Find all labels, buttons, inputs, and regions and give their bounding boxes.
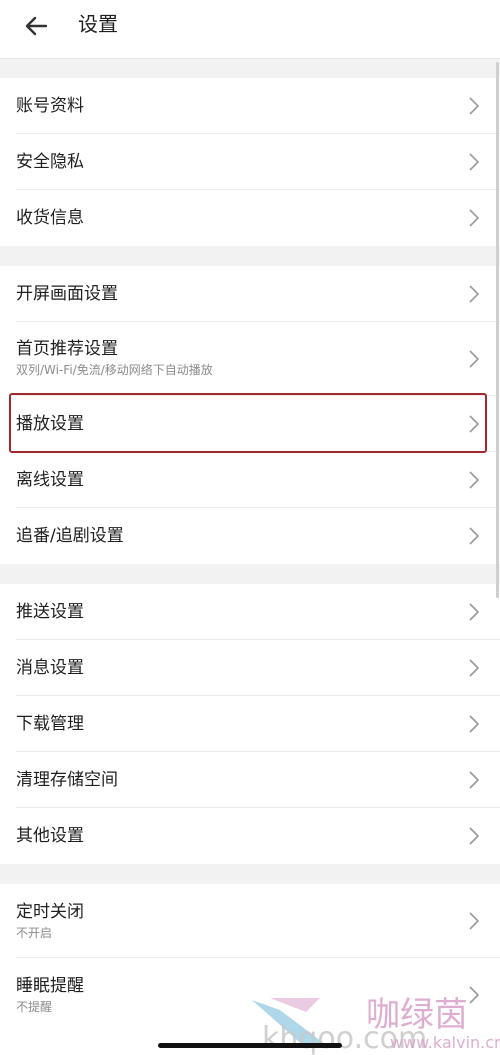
settings-item-label: 开屏画面设置 [16,284,118,304]
chevron-right-icon [469,715,479,733]
settings-item-splash-screen[interactable]: 开屏画面设置 [0,266,500,322]
chevron-right-icon [469,415,479,433]
chevron-right-icon [469,209,479,227]
page-title: 设置 [78,12,118,36]
settings-item-sleep-timer[interactable]: 定时关闭 不开启 [0,884,500,958]
settings-item-other[interactable]: 其他设置 [0,808,500,864]
chevron-right-icon [469,659,479,677]
settings-item-account-profile[interactable]: 账号资料 [0,78,500,134]
settings-item-label: 下载管理 [16,714,84,734]
chevron-right-icon [469,97,479,115]
settings-item-label: 其他设置 [16,826,84,846]
settings-group-display: 开屏画面设置 首页推荐设置 双列/Wi-Fi/免流/移动网络下自动播放 播放设置… [0,266,500,564]
arrow-left-icon [25,16,48,36]
chevron-right-icon [469,527,479,545]
settings-item-label: 播放设置 [16,414,84,434]
chevron-right-icon [469,285,479,303]
settings-item-label: 安全隐私 [16,152,84,172]
settings-item-sleep-reminder[interactable]: 睡眠提醒 不提醒 [0,958,500,1032]
chevron-right-icon [469,603,479,621]
chevron-right-icon [469,471,479,489]
settings-item-downloads[interactable]: 下载管理 [0,696,500,752]
settings-item-security-privacy[interactable]: 安全隐私 [0,134,500,190]
settings-item-label: 首页推荐设置 [16,339,118,359]
settings-item-messages[interactable]: 消息设置 [0,640,500,696]
settings-item-description: 双列/Wi-Fi/免流/移动网络下自动播放 [16,363,213,377]
settings-item-playback[interactable]: 播放设置 [0,396,500,452]
home-indicator[interactable] [158,1043,342,1048]
chevron-right-icon [469,350,479,368]
settings-item-label: 清理存储空间 [16,770,118,790]
chevron-right-icon [469,986,479,1004]
settings-item-label: 追番/追剧设置 [16,526,124,546]
settings-item-push[interactable]: 推送设置 [0,584,500,640]
settings-item-shipping-info[interactable]: 收货信息 [0,190,500,246]
settings-item-label: 账号资料 [16,96,84,116]
chevron-right-icon [469,827,479,845]
settings-item-description: 不开启 [16,926,53,940]
settings-item-description: 不提醒 [16,1000,53,1014]
settings-item-follow-series[interactable]: 追番/追剧设置 [0,508,500,564]
settings-item-label: 睡眠提醒 [16,976,84,996]
chevron-right-icon [469,771,479,789]
settings-group-account: 账号资料 安全隐私 收货信息 [0,78,500,246]
settings-item-label: 离线设置 [16,470,84,490]
scrollbar[interactable] [496,62,499,598]
chevron-right-icon [469,912,479,930]
chevron-right-icon [469,153,479,171]
settings-group-timer: 定时关闭 不开启 睡眠提醒 不提醒 [0,884,500,1055]
back-button[interactable] [20,9,54,43]
settings-group-system: 推送设置 消息设置 下载管理 清理存储空间 其他设置 [0,584,500,864]
settings-item-label: 推送设置 [16,602,84,622]
settings-item-clear-storage[interactable]: 清理存储空间 [0,752,500,808]
settings-item-home-recommend[interactable]: 首页推荐设置 双列/Wi-Fi/免流/移动网络下自动播放 [0,322,500,396]
top-bar: 设置 [0,0,500,59]
settings-item-label: 收货信息 [16,208,84,228]
settings-item-label: 消息设置 [16,658,84,678]
settings-item-offline[interactable]: 离线设置 [0,452,500,508]
settings-item-label: 定时关闭 [16,902,84,922]
